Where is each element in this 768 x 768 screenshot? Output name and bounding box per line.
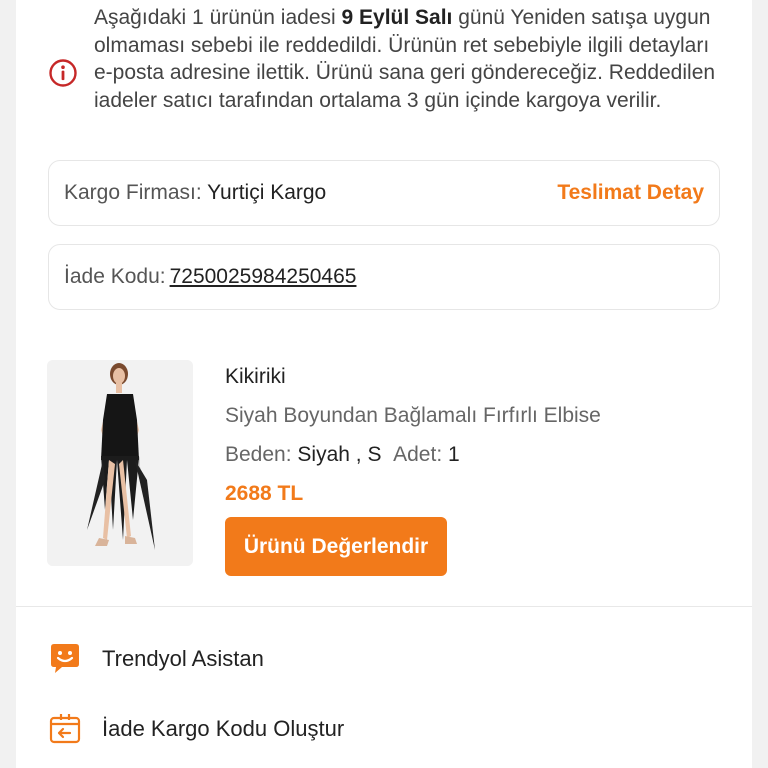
rejection-notice: Aşağıdaki 1 ürünün iadesi 9 Eylül Salı g… [16, 0, 752, 150]
size-value: Siyah , S [297, 443, 382, 466]
product-name[interactable]: Siyah Boyundan Bağlamalı Fırfırlı Elbise [225, 403, 735, 429]
product-brand[interactable]: Kikiriki [225, 364, 735, 390]
return-detail-card: Aşağıdaki 1 ürünün iadesi 9 Eylül Salı g… [16, 0, 752, 768]
return-code-value[interactable]: 7250025984250465 [170, 265, 357, 289]
return-box-icon [49, 714, 81, 744]
product-attributes: Beden: Siyah , S Adet: 1 [225, 442, 735, 468]
trendyol-assistant-button[interactable]: Trendyol Asistan [48, 637, 728, 681]
notice-date: 9 Eylül Salı [341, 6, 453, 29]
assistant-label: Trendyol Asistan [102, 646, 264, 671]
product-image[interactable] [47, 360, 193, 566]
size-label: Beden: [225, 443, 292, 466]
rate-product-button[interactable]: Ürünü Değerlendir [225, 517, 447, 576]
info-icon [49, 59, 77, 87]
delivery-detail-link[interactable]: Teslimat Detay [557, 181, 704, 205]
create-return-code-button[interactable]: İade Kargo Kodu Oluştur [48, 707, 728, 751]
qty-value: 1 [448, 443, 460, 466]
return-code-label: İade Kodu: [64, 265, 166, 288]
product-price: 2688 TL [225, 482, 304, 505]
notice-text: Aşağıdaki 1 ürünün iadesi 9 Eylül Salı g… [94, 4, 724, 115]
qty-label: Adet: [393, 443, 443, 466]
dress-photo-icon [47, 360, 193, 566]
shipping-label: Kargo Firması: [64, 181, 202, 204]
return-code-box: İade Kodu: 7250025984250465 [48, 244, 720, 310]
chat-bot-icon [51, 644, 79, 673]
notice-text-before: Aşağıdaki 1 ürünün iadesi [94, 6, 342, 29]
product-info: Kikiriki Siyah Boyundan Bağlamalı Fırfır… [225, 364, 735, 507]
divider [16, 606, 752, 607]
shipping-carrier: Kargo Firması: Yurtiçi Kargo [64, 181, 326, 205]
create-return-code-label: İade Kargo Kodu Oluştur [102, 716, 345, 741]
carrier-name: Yurtiçi Kargo [207, 181, 327, 204]
shipping-info-box: Kargo Firması: Yurtiçi Kargo Teslimat De… [48, 160, 720, 226]
